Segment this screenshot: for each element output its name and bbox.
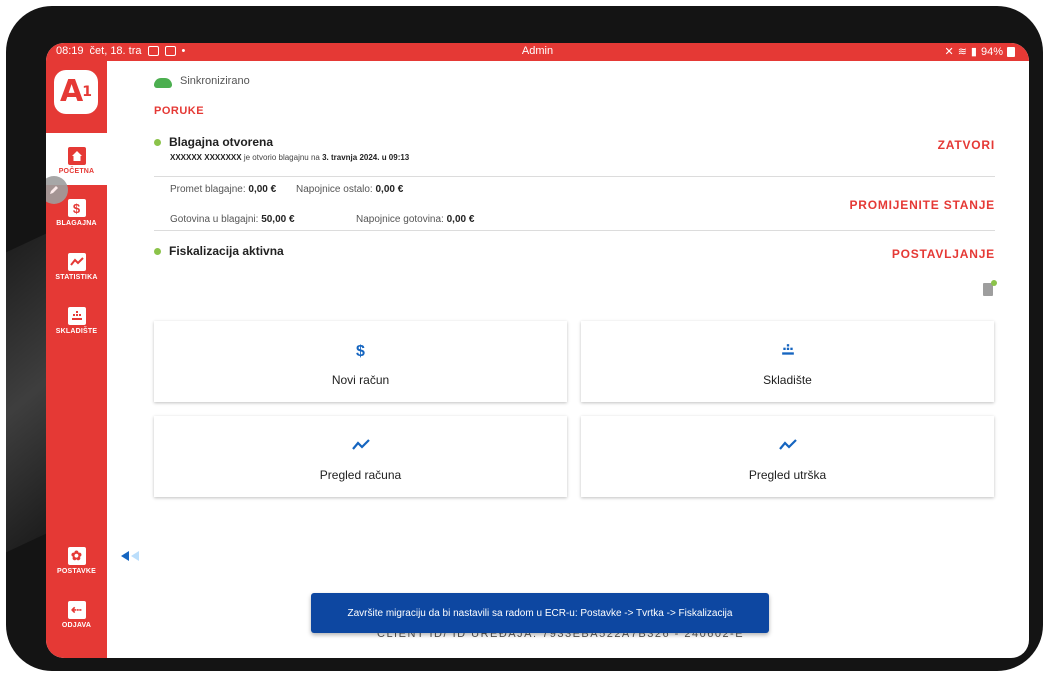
warehouse-icon: [781, 343, 795, 361]
stat-napojnice-gotovina: Napojnice gotovina: 0,00 €: [356, 214, 475, 225]
app-screen: 08:19 čet, 18. tra • Admin ✕ ≋ ▮ 94% A1: [46, 43, 1029, 658]
sidebar: A1 POČETNA $ BLAGAJNA STATISTIKA SKLADIŠ…: [46, 61, 107, 658]
register-opened-text: je otvorio blagajnu na: [241, 153, 323, 162]
migration-snackbar[interactable]: Završite migraciju da bi nastavili sa ra…: [311, 593, 769, 633]
sidebar-item-postavke[interactable]: ✿ POSTAVKE: [46, 547, 107, 575]
trend-icon: [351, 438, 370, 456]
fiscal-title: Fiskalizacija aktivna: [169, 244, 284, 258]
tile-novi-racun[interactable]: $ Novi račun: [154, 321, 567, 402]
battery-icon: [1007, 46, 1015, 57]
divider: [154, 176, 995, 177]
status-dot: [154, 138, 161, 146]
sidebar-item-statistika[interactable]: STATISTIKA: [46, 253, 107, 281]
sidebar-item-label: BLAGAJNA: [56, 220, 97, 227]
fiscal-settings-button[interactable]: POSTAVLJANJE: [892, 247, 995, 261]
status-bar: 08:19 čet, 18. tra • Admin ✕ ≋ ▮ 94%: [46, 43, 1029, 61]
cloud-icon: [154, 78, 172, 88]
a1-logo: A1: [54, 70, 98, 114]
logout-icon: ⇠: [67, 601, 86, 619]
main-content: Sinkronizirano PORUKE Blagajna otvorena …: [107, 61, 1029, 658]
stat-promet: Promet blagajne: 0,00 €: [170, 184, 277, 195]
tile-label: Pregled računa: [319, 468, 402, 482]
sidebar-item-label: SKLADIŠTE: [55, 328, 98, 335]
dollar-icon: $: [67, 199, 86, 217]
battery-percent: 94%: [980, 45, 1003, 58]
sidebar-item-label: STATISTIKA: [55, 274, 98, 281]
register-status: Blagajna otvorena: [154, 135, 273, 149]
messages-heading: PORUKE: [154, 105, 205, 117]
tile-pregled-utrska[interactable]: Pregled utrška: [581, 416, 994, 497]
sidebar-item-skladiste[interactable]: SKLADIŠTE: [46, 307, 107, 335]
sidebar-item-label: POSTAVKE: [56, 568, 97, 575]
sidebar-item-odjava[interactable]: ⇠ ODJAVA: [46, 601, 107, 629]
sidebar-item-label: ODJAVA: [61, 622, 92, 629]
tile-label: Skladište: [763, 373, 812, 387]
wifi-icon: ≋: [957, 46, 967, 58]
tile-label: Pregled utrška: [748, 468, 827, 482]
fiscal-status: Fiskalizacija aktivna: [154, 244, 284, 258]
mute-icon: ✕: [944, 46, 954, 58]
change-state-button[interactable]: PROMIJENITE STANJE: [849, 198, 995, 212]
close-register-button[interactable]: ZATVORI: [938, 138, 995, 152]
status-title: Admin: [521, 45, 554, 57]
divider: [154, 230, 995, 231]
gear-icon: ✿: [67, 547, 86, 565]
signal-icon: ▮: [970, 46, 977, 58]
status-dot: [154, 247, 161, 255]
sync-status: Sinkronizirano: [154, 75, 250, 88]
sync-label: Sinkronizirano: [180, 75, 250, 87]
register-title: Blagajna otvorena: [169, 135, 274, 149]
receipt-status-dot: [991, 280, 997, 286]
chevron-left-icon: [131, 551, 139, 561]
stat-gotovina: Gotovina u blagajni: 50,00 €: [170, 214, 295, 225]
tile-skladiste[interactable]: Skladište: [581, 321, 994, 402]
dollar-icon: $: [356, 343, 365, 360]
register-subtitle: XXXXXX XXXXXXX je otvorio blagajnu na 3.…: [170, 153, 409, 162]
stat-napojnice-ostalo: Napojnice ostalo: 0,00 €: [296, 184, 404, 195]
collapse-sidebar-button[interactable]: [121, 551, 139, 561]
chevron-left-icon: [121, 551, 129, 561]
chart-icon: [67, 253, 86, 271]
tile-label: Novi račun: [331, 373, 390, 387]
home-icon: [67, 147, 86, 165]
tile-pregled-racuna[interactable]: Pregled računa: [154, 416, 567, 497]
trend-icon: [778, 438, 797, 456]
tablet-bezel: 08:19 čet, 18. tra • Admin ✕ ≋ ▮ 94% A1: [6, 6, 1043, 671]
sidebar-item-label: POČETNA: [58, 168, 95, 175]
warehouse-icon: [67, 307, 86, 325]
register-opened-at: 3. travnja 2024. u 09:13: [322, 153, 410, 162]
register-opened-by: XXXXXX XXXXXXX: [170, 153, 242, 162]
status-right: ✕ ≋ ▮ 94%: [944, 45, 1015, 58]
